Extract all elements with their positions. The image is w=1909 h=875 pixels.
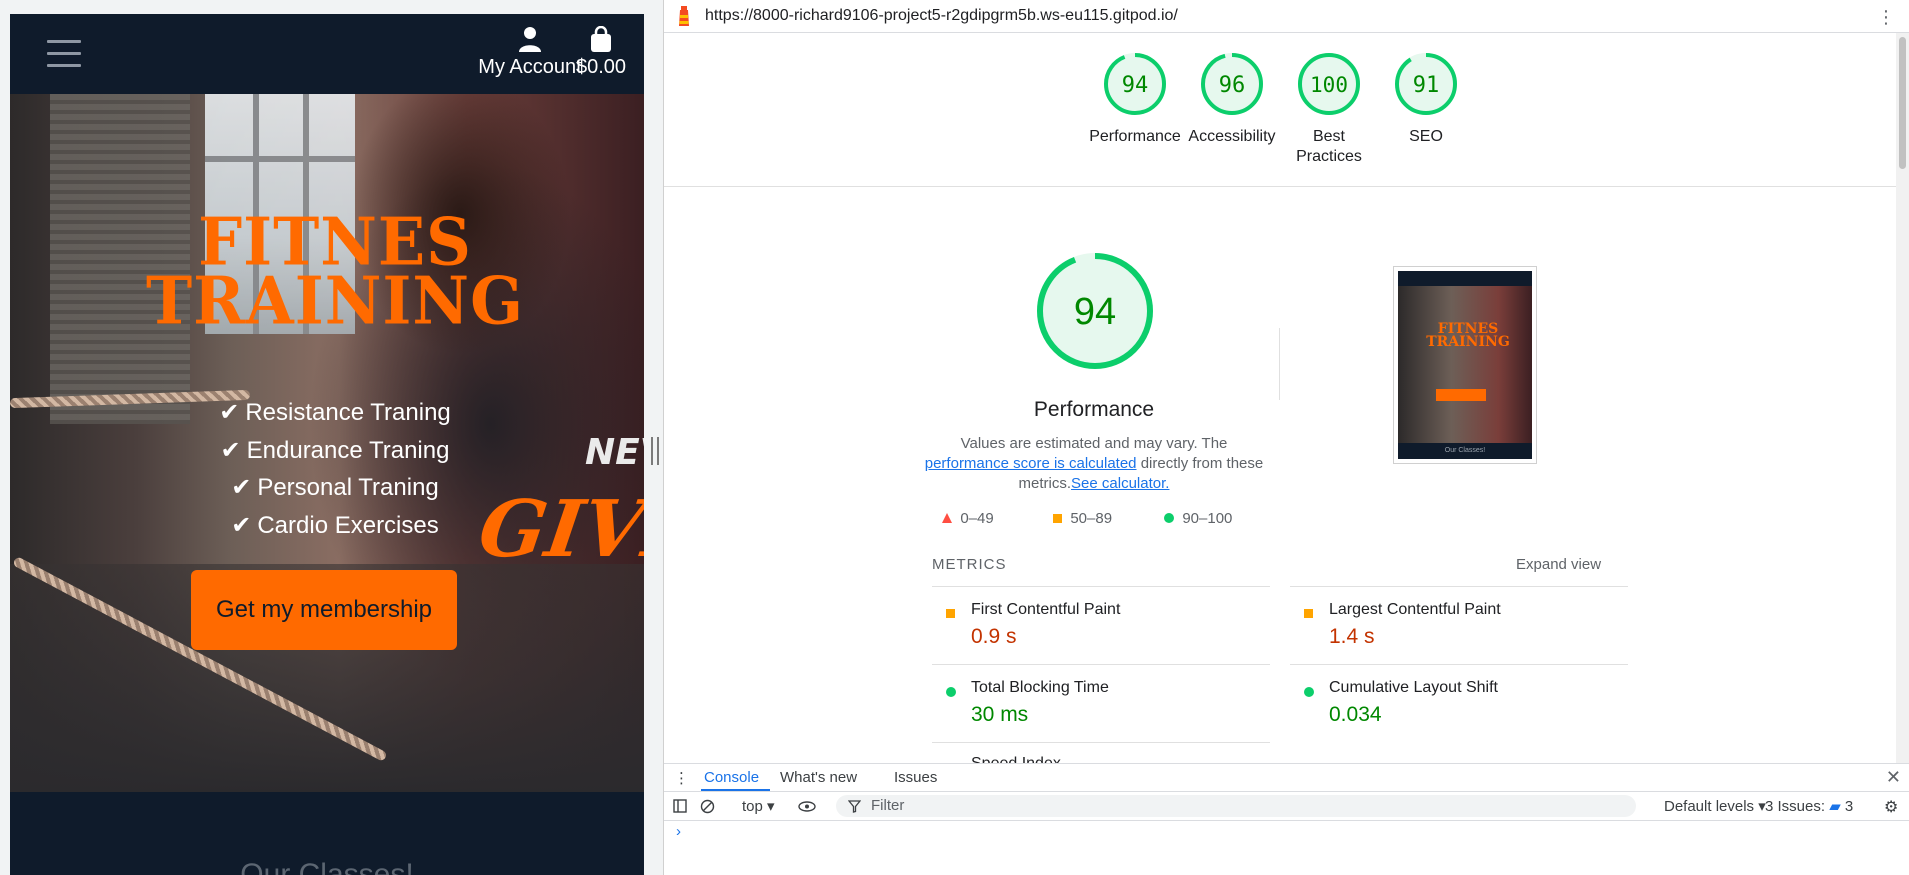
- hero-banner: FITNES TRAINING ✔ Resistance Traning ✔ End…: [10, 94, 644, 792]
- average-square-icon: [1053, 514, 1062, 523]
- gauge-label: Best Practices: [1296, 128, 1362, 165]
- our-classes-heading: Our Classes!: [240, 858, 414, 875]
- issues-chat-icon: ▰: [1829, 798, 1841, 815]
- bag-total-label: $0.00: [575, 56, 627, 78]
- svg-text:96: 96: [1219, 73, 1246, 98]
- console-prompt-icon[interactable]: ›: [676, 823, 681, 840]
- score-gauges: 94 Performance 96 Accessibility 100 Best…: [664, 33, 1896, 187]
- report-url: https://8000-richard9106-project5-r2gdip…: [705, 7, 1178, 24]
- resize-handle[interactable]: [651, 437, 659, 465]
- metric-tbt: Total Blocking Time 30 ms: [932, 664, 1270, 742]
- score-calculated-link[interactable]: performance score is calculated: [925, 455, 1137, 472]
- gauge-seo[interactable]: 91 SEO: [1371, 51, 1481, 147]
- context-selector[interactable]: top ▾: [742, 797, 775, 815]
- gauge-ring: 100: [1298, 53, 1360, 115]
- metric-cls: Cumulative Layout Shift 0.034: [1290, 664, 1628, 742]
- hamburger-menu-icon[interactable]: [47, 40, 81, 68]
- svg-text:94: 94: [1122, 73, 1149, 98]
- gauge-best-practices[interactable]: 100 Best Practices: [1274, 51, 1384, 167]
- average-square-icon: [946, 609, 955, 618]
- svg-text:100: 100: [1310, 73, 1348, 97]
- gauge-label: Accessibility: [1188, 128, 1276, 145]
- drawer-tabs: ⋮ Console What's new Issues ✕: [664, 764, 1909, 792]
- training-list: ✔ Resistance Traning ✔ Endurance Traning ✔…: [130, 394, 540, 544]
- thumbnail-title-graphic: FITNES TRAINING: [1426, 321, 1510, 350]
- never-graphic-text: NEVE: [585, 432, 644, 473]
- hero-title: FITNES TRAINING: [130, 210, 540, 340]
- user-icon: [519, 27, 541, 52]
- fail-triangle-icon: [942, 513, 952, 523]
- device-preview: My Account $0.00 FITNES TRAINING ✔ Resis…: [0, 0, 664, 875]
- shopping-bag-link[interactable]: $0.00: [566, 26, 636, 79]
- final-screenshot-thumbnail[interactable]: FITNES TRAINING Our Classes!: [1393, 266, 1537, 464]
- live-expression-eye-icon[interactable]: [798, 801, 816, 812]
- issues-counter[interactable]: 3 Issues: ▰ 3: [1765, 797, 1853, 815]
- pass-circle-icon: [1304, 687, 1314, 697]
- metric-speed-index: Speed Index: [932, 742, 1270, 763]
- console-settings-gear-icon[interactable]: ⚙: [1884, 797, 1898, 817]
- console-toolbar: top ▾ Filter Default levels ▾ 3 Issues: …: [664, 792, 1909, 821]
- scrollbar-thumb[interactable]: [1899, 37, 1906, 169]
- clear-console-icon[interactable]: [700, 799, 715, 814]
- tab-issues[interactable]: Issues: [894, 769, 937, 786]
- console-drawer: ⋮ Console What's new Issues ✕ top ▾ Filt…: [664, 763, 1909, 875]
- more-options-icon[interactable]: ⋮: [1877, 7, 1895, 28]
- gauge-ring: 96: [1201, 53, 1263, 115]
- gauge-ring: 94: [1104, 53, 1166, 115]
- list-item: ✔ Endurance Traning: [130, 432, 540, 470]
- tab-console[interactable]: Console: [704, 769, 759, 786]
- metrics-heading: METRICS: [932, 556, 1007, 573]
- drawer-menu-icon[interactable]: ⋮: [674, 769, 689, 787]
- average-square-icon: [1304, 609, 1313, 618]
- metric-lcp: Largest Contentful Paint 1.4 s: [1290, 586, 1628, 664]
- gauge-ring: 91: [1395, 53, 1457, 115]
- gauge-accessibility[interactable]: 96 Accessibility: [1177, 51, 1287, 147]
- check-icon: ✔: [219, 399, 240, 426]
- tab-whats-new[interactable]: What's new: [780, 769, 857, 786]
- vertical-separator: [1279, 328, 1280, 400]
- filter-icon: [848, 800, 861, 813]
- site-navbar: My Account $0.00: [10, 14, 644, 94]
- thumbnail-footer: Our Classes!: [1398, 443, 1532, 459]
- hero-title-line2: TRAINING: [145, 262, 525, 340]
- pass-circle-icon: [946, 687, 956, 697]
- thumbnail-button-graphic: [1436, 389, 1486, 401]
- console-filter-input[interactable]: Filter: [836, 795, 1636, 817]
- list-item: ✔ Resistance Traning: [130, 394, 540, 432]
- shopping-bag-icon: [591, 26, 611, 52]
- give-graphic-text: GIVE: [473, 484, 644, 575]
- svg-text:91: 91: [1413, 73, 1440, 98]
- gauge-label: Performance: [1089, 128, 1181, 145]
- performance-description: Values are estimated and may vary. The p…: [924, 435, 1264, 492]
- lighthouse-url-bar: https://8000-richard9106-project5-r2gdip…: [664, 0, 1909, 33]
- check-icon: ✔: [220, 436, 241, 464]
- sidebar-toggle-icon[interactable]: [673, 799, 687, 813]
- gauge-label: SEO: [1409, 128, 1443, 145]
- expand-view-button[interactable]: Expand view: [1516, 556, 1601, 573]
- site-viewport: My Account $0.00 FITNES TRAINING ✔ Resis…: [10, 14, 644, 875]
- log-levels-dropdown[interactable]: Default levels ▾: [1664, 797, 1766, 815]
- performance-big-gauge: 94: [1037, 253, 1153, 369]
- gauge-performance[interactable]: 94 Performance: [1080, 51, 1190, 147]
- devtools-panel: https://8000-richard9106-project5-r2gdip…: [664, 0, 1909, 875]
- close-drawer-icon[interactable]: ✕: [1886, 767, 1901, 788]
- svg-text:94: 94: [1074, 291, 1116, 333]
- metric-fcp: First Contentful Paint 0.9 s: [932, 586, 1270, 664]
- list-item: ✔ Personal Traning: [130, 469, 540, 507]
- filter-placeholder: Filter: [871, 797, 905, 814]
- pass-circle-icon: [1164, 513, 1174, 523]
- check-icon: ✔: [231, 511, 252, 539]
- active-tab-indicator: [701, 789, 770, 791]
- lighthouse-icon: [679, 6, 689, 26]
- performance-heading: Performance: [1033, 398, 1155, 421]
- see-calculator-link[interactable]: See calculator.: [1071, 475, 1169, 492]
- check-icon: ✔: [231, 474, 252, 501]
- get-membership-button[interactable]: Get my membership: [191, 570, 457, 650]
